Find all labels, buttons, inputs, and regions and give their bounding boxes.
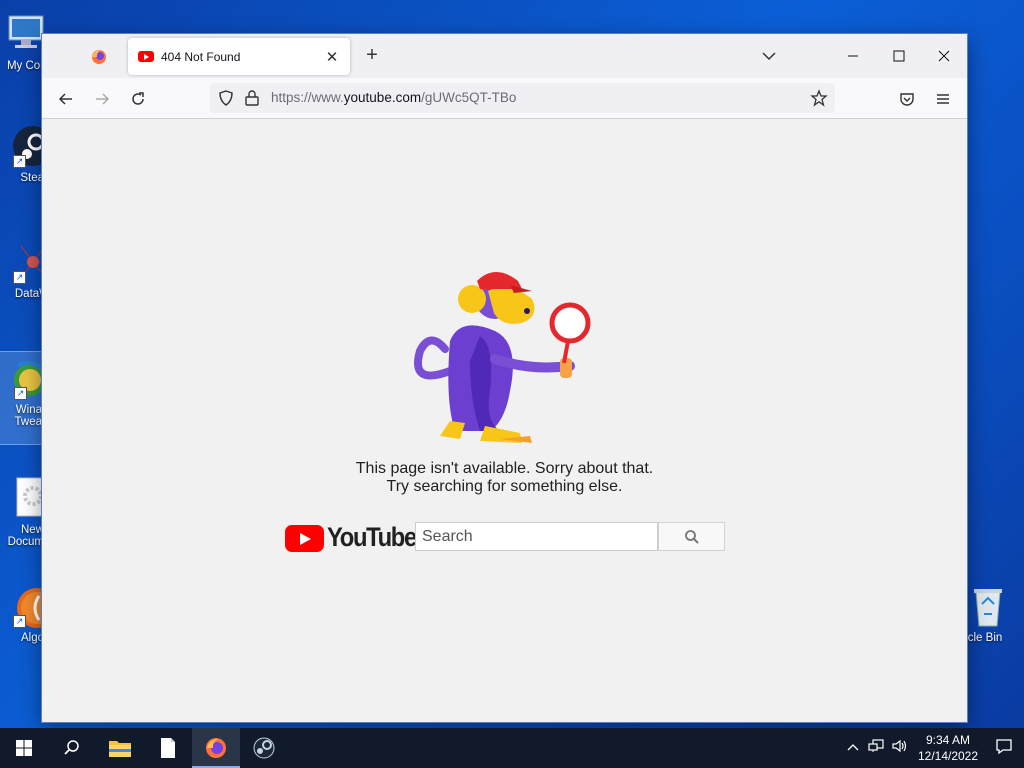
chevron-up-icon xyxy=(847,744,859,751)
chevron-down-icon xyxy=(762,52,776,61)
taskbar-file-explorer[interactable] xyxy=(96,728,144,768)
speaker-icon xyxy=(892,739,907,752)
back-arrow-icon xyxy=(58,93,72,105)
notification-icon xyxy=(996,738,1012,754)
lock-icon[interactable] xyxy=(244,89,260,107)
clock-time: 9:34 AM xyxy=(925,733,971,747)
folder-icon xyxy=(109,741,131,757)
browser-window: 404 Not Found ✕ + https://www.youtube.co… xyxy=(42,34,967,722)
maximize-icon xyxy=(893,50,905,62)
pocket-button[interactable] xyxy=(894,86,920,112)
datawatch-icon: ↗ xyxy=(3,240,48,284)
back-button[interactable] xyxy=(53,86,79,112)
url-prefix: https://www. xyxy=(271,90,344,105)
firefox-view-button[interactable] xyxy=(82,42,116,72)
close-icon xyxy=(938,50,950,62)
action-center-button[interactable] xyxy=(984,738,1024,759)
url-path: /gUWc5QT-TBo xyxy=(421,90,517,105)
system-tray: 9:34 AM 12/14/2022 xyxy=(842,728,1024,768)
shortcut-arrow-icon: ↗ xyxy=(14,387,27,400)
taskbar-search-button[interactable] xyxy=(48,728,96,768)
tracking-protection-shield-icon[interactable] xyxy=(217,89,235,107)
reload-icon xyxy=(132,92,144,105)
steam-icon: ↗ xyxy=(3,124,53,168)
navigation-toolbar: https://www.youtube.com/gUWc5QT-TBo xyxy=(42,78,967,119)
desktop-icon-label: Wina Twea xyxy=(14,404,43,428)
clock[interactable]: 9:34 AM 12/14/2022 xyxy=(912,732,984,764)
close-tab-icon[interactable]: ✕ xyxy=(324,48,340,66)
firefox-icon xyxy=(92,50,106,64)
forward-arrow-icon xyxy=(96,93,110,105)
url-domain: youtube.com xyxy=(343,90,422,105)
search-input[interactable] xyxy=(415,522,658,551)
youtube-wordmark: YouTube xyxy=(327,522,417,552)
taskbar-steam[interactable] xyxy=(240,728,288,768)
algodoo-icon: ↗ xyxy=(3,584,57,628)
document-icon xyxy=(3,476,48,520)
title-bar: 404 Not Found ✕ + xyxy=(42,34,967,78)
list-all-tabs-button[interactable] xyxy=(758,46,780,71)
pocket-icon xyxy=(900,93,914,106)
search-button[interactable] xyxy=(658,522,725,551)
taskbar-notepad[interactable] xyxy=(144,728,192,768)
steam-icon xyxy=(253,737,275,759)
error-message-line1: This page isn't available. Sorry about t… xyxy=(355,460,654,477)
clock-date: 12/14/2022 xyxy=(917,749,979,763)
desktop-icon-winaero-tweaker[interactable]: ↗ Wina Twea xyxy=(0,351,46,445)
url-text: https://www.youtube.com/gUWc5QT-TBo xyxy=(271,90,516,105)
youtube-favicon-icon xyxy=(138,51,154,62)
minimize-icon xyxy=(848,55,858,57)
minimize-button[interactable] xyxy=(830,34,876,78)
firefox-icon xyxy=(206,738,226,758)
search-icon xyxy=(64,740,79,755)
search-icon xyxy=(684,529,699,544)
show-hidden-icons-button[interactable] xyxy=(842,739,864,757)
bookmark-star-icon[interactable] xyxy=(810,89,828,107)
monkey-illustration xyxy=(414,272,591,443)
document-icon xyxy=(161,738,175,758)
error-message: This page isn't available. Sorry about t… xyxy=(42,460,967,496)
shortcut-arrow-icon: ↗ xyxy=(13,271,26,284)
youtube-logo[interactable]: YouTube xyxy=(285,522,417,552)
windows-logo-icon xyxy=(16,740,32,756)
close-window-button[interactable] xyxy=(921,34,967,78)
start-button[interactable] xyxy=(0,728,48,768)
shortcut-arrow-icon: ↗ xyxy=(13,155,26,168)
maximize-button[interactable] xyxy=(876,34,922,78)
tab-title: 404 Not Found xyxy=(161,49,241,64)
taskbar: 9:34 AM 12/14/2022 xyxy=(0,728,1024,768)
hamburger-menu-icon xyxy=(937,94,949,104)
computer-icon xyxy=(3,12,47,56)
app-menu-button[interactable] xyxy=(930,86,956,112)
address-bar[interactable]: https://www.youtube.com/gUWc5QT-TBo xyxy=(210,83,835,113)
network-icon xyxy=(868,738,884,752)
new-tab-button[interactable]: + xyxy=(360,44,384,67)
tab-404-not-found[interactable]: 404 Not Found ✕ xyxy=(128,38,350,75)
recycle-bin-icon xyxy=(966,584,1010,628)
forward-button[interactable] xyxy=(89,86,115,112)
network-button[interactable] xyxy=(864,738,888,758)
taskbar-firefox[interactable] xyxy=(192,728,240,768)
volume-button[interactable] xyxy=(888,739,912,758)
shortcut-arrow-icon: ↗ xyxy=(13,615,26,628)
page-content: This page isn't available. Sorry about t… xyxy=(42,119,967,722)
youtube-play-icon xyxy=(285,525,324,552)
reload-button[interactable] xyxy=(125,86,151,112)
error-message-line2: Try searching for something else. xyxy=(386,478,623,495)
